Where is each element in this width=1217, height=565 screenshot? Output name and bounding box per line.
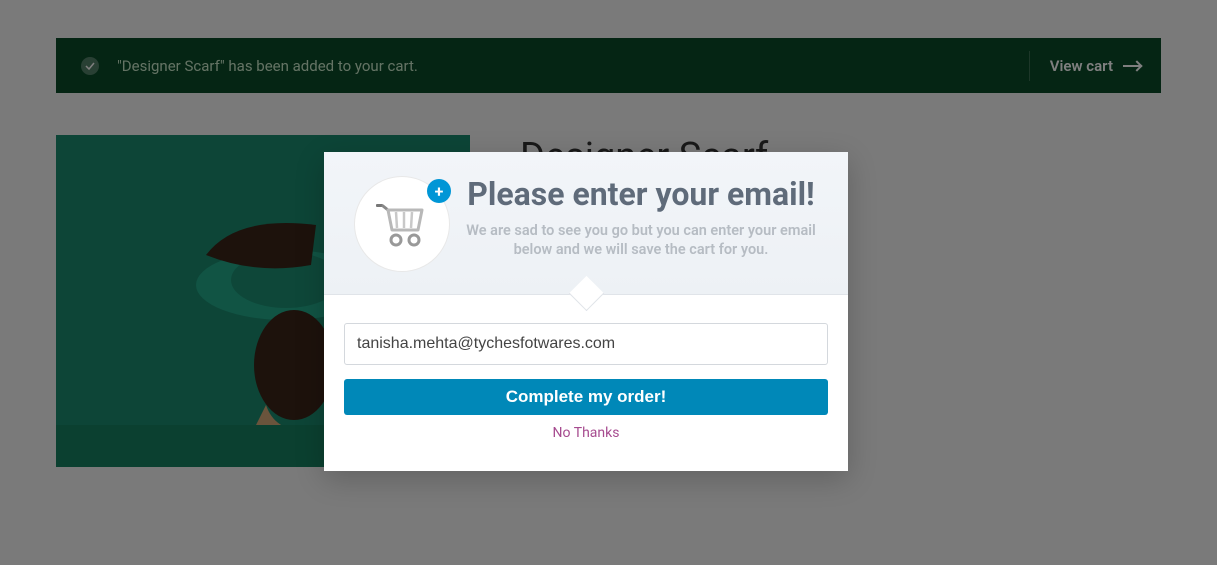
modal-title: Please enter your email!	[464, 176, 818, 213]
email-input[interactable]	[344, 323, 828, 365]
complete-order-button[interactable]: Complete my order!	[344, 379, 828, 415]
email-capture-modal: + Please enter your email! We are sad to…	[324, 152, 848, 471]
plus-icon: +	[427, 179, 451, 203]
cart-icon: +	[354, 176, 450, 272]
modal-subtitle: We are sad to see you go but you can ent…	[464, 221, 818, 260]
no-thanks-link[interactable]: No Thanks	[344, 425, 828, 441]
